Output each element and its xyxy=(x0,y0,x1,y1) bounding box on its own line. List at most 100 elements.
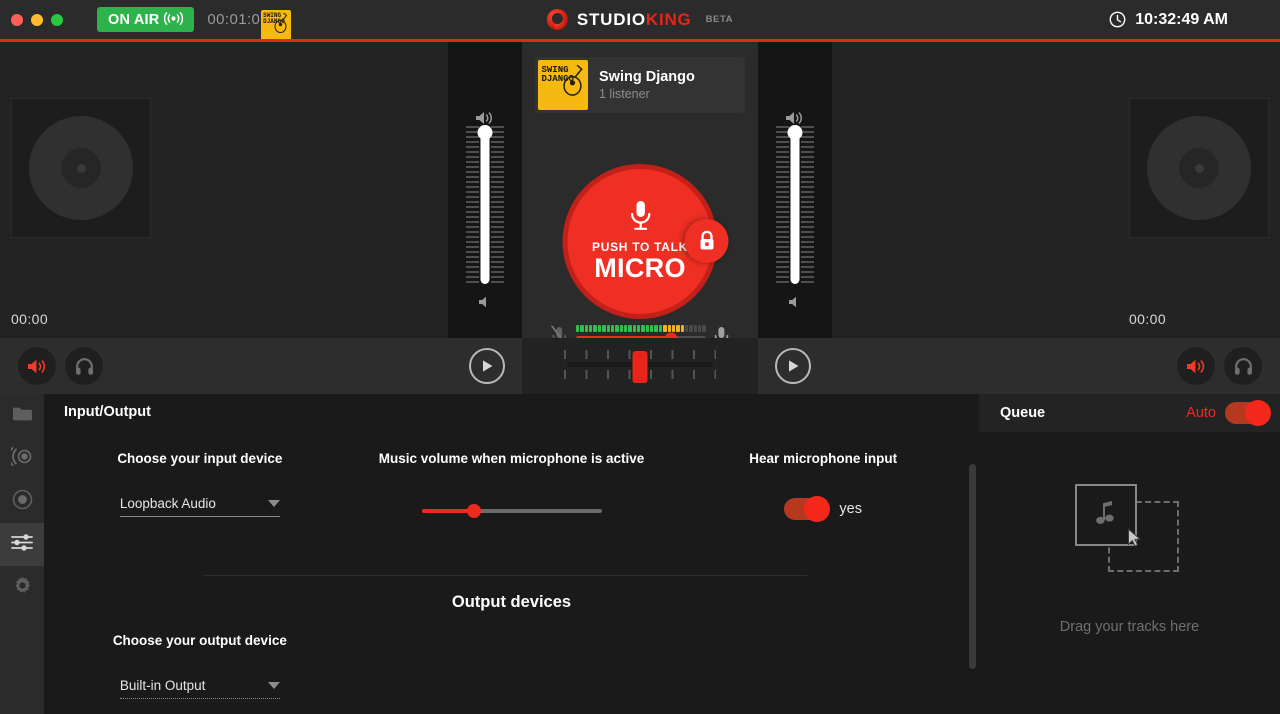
deck-left-volume-fader[interactable] xyxy=(448,42,522,338)
music-volume-label: Music volume when microphone is active xyxy=(378,451,645,466)
minimize-button[interactable] xyxy=(31,13,43,26)
vinyl-record-icon xyxy=(11,98,151,238)
input-device-select[interactable]: Loopback Audio xyxy=(119,496,280,518)
station-artwork-thumbnail[interactable]: SWING DJANGO xyxy=(261,9,292,40)
queue-auto-label: Auto xyxy=(1186,405,1216,421)
input-device-value: Loopback Audio xyxy=(119,496,216,512)
output-settings-row: Choose your output device Built-in Outpu… xyxy=(44,632,979,700)
speaker-low-icon xyxy=(788,295,802,314)
deck-right-transport xyxy=(758,338,1280,394)
cursor-arrow-icon xyxy=(1127,528,1142,553)
queue-dropzone[interactable]: Drag your tracks here xyxy=(979,484,1280,635)
vu-meter-top xyxy=(576,325,706,332)
broadcast-elapsed-time: 00:01:09 xyxy=(207,11,270,28)
on-air-label: ON AIR xyxy=(108,11,160,28)
listener-count: 1 listener xyxy=(599,87,650,101)
output-spacer-1 xyxy=(356,632,668,699)
window-controls xyxy=(0,13,63,26)
sidebar-item-mixer[interactable] xyxy=(0,523,44,566)
push-to-talk-wrapper: PUSH TO TALK MICRO xyxy=(562,164,729,319)
settings-title: Input/Output xyxy=(64,404,151,420)
fader-bar xyxy=(480,128,490,284)
deck-right[interactable]: 00:00 xyxy=(832,42,1280,338)
brand-word-studio: STUDIO xyxy=(576,9,646,29)
now-playing-artwork: SWING DJANGO xyxy=(538,60,588,110)
output-section-title: Output devices xyxy=(451,593,572,611)
clock: 10:32:49 AM xyxy=(1109,0,1228,39)
push-to-talk-sublabel: PUSH TO TALK xyxy=(592,240,688,255)
record-icon xyxy=(12,489,33,515)
deck-right-speaker-button[interactable] xyxy=(1177,347,1215,385)
left-sidebar xyxy=(0,394,44,714)
beta-badge: BETA xyxy=(705,14,734,25)
queue-auto-toggle[interactable] xyxy=(1225,400,1271,426)
input-device-field: Choose your input device Loopback Audio xyxy=(44,450,356,520)
input-settings-row: Choose your input device Loopback Audio … xyxy=(44,450,979,523)
deck-right-artwork xyxy=(1129,98,1269,238)
sliders-icon xyxy=(11,533,33,557)
guitar-icon xyxy=(563,64,583,96)
deck-left-speaker-button[interactable] xyxy=(18,347,56,385)
music-note-icon xyxy=(1095,499,1116,531)
broadcast-icon xyxy=(8,446,34,471)
sidebar-item-settings[interactable] xyxy=(0,566,44,609)
deck-right-volume-fader[interactable] xyxy=(758,42,832,338)
broadcast-icon xyxy=(164,11,184,28)
deck-right-play-button[interactable] xyxy=(775,348,811,384)
speaker-low-icon xyxy=(478,295,492,314)
deck-left[interactable]: 00:00 xyxy=(0,42,448,338)
microphone-panel: SWING DJANGO Swing Django 1 listener PUS… xyxy=(522,42,758,352)
crossfader[interactable] xyxy=(564,350,716,384)
crossfader-container xyxy=(522,338,758,394)
now-playing-title: Swing Django xyxy=(599,69,695,85)
studioking-window: ON AIR 00:01:09 STUDIOKING BETA 10:32:49… xyxy=(0,0,1280,714)
music-volume-field: Music volume when microphone is active xyxy=(356,450,668,520)
output-device-select[interactable]: Built-in Output xyxy=(119,678,280,700)
deck-right-time: 00:00 xyxy=(1129,311,1167,327)
deck-right-headphones-button[interactable] xyxy=(1224,347,1262,385)
deck-left-headphones-button[interactable] xyxy=(65,347,103,385)
deck-left-play-button[interactable] xyxy=(469,348,505,384)
title-bar: ON AIR 00:01:09 STUDIOKING BETA 10:32:49… xyxy=(0,0,1280,40)
studioking-logo-icon xyxy=(546,9,568,30)
deck-left-time: 00:00 xyxy=(11,311,49,327)
push-to-talk-button[interactable]: PUSH TO TALK MICRO xyxy=(562,164,729,319)
sidebar-item-library[interactable] xyxy=(0,394,44,437)
close-button[interactable] xyxy=(11,13,23,26)
sidebar-item-broadcast[interactable] xyxy=(0,437,44,480)
music-volume-slider[interactable] xyxy=(421,504,602,519)
settings-scrollbar[interactable] xyxy=(969,464,976,669)
now-playing-card[interactable]: SWING DJANGO Swing Django 1 listener xyxy=(535,57,745,113)
output-spacer-2 xyxy=(667,632,979,699)
sidebar-item-record[interactable] xyxy=(0,480,44,523)
output-device-value: Built-in Output xyxy=(119,678,206,694)
hear-mic-toggle[interactable] xyxy=(784,496,831,523)
brand-word-king: KING xyxy=(645,9,692,29)
chevron-down-icon xyxy=(267,500,280,508)
on-air-button[interactable]: ON AIR xyxy=(97,7,195,32)
current-time: 10:32:49 AM xyxy=(1135,10,1228,28)
crossfader-handle[interactable] xyxy=(632,351,648,383)
queue-panel: Queue Auto Drag your tracks here xyxy=(979,394,1280,714)
app-brand: STUDIOKING BETA xyxy=(546,0,734,39)
folder-icon xyxy=(12,405,33,427)
fader-bar xyxy=(790,128,800,284)
input-device-label: Choose your input device xyxy=(117,451,283,466)
chevron-down-icon xyxy=(267,682,280,690)
fader-knob[interactable] xyxy=(477,125,493,140)
volume-knob[interactable] xyxy=(466,504,481,519)
transport-bar xyxy=(0,338,1280,394)
maximize-button[interactable] xyxy=(51,13,63,26)
push-to-talk-label: MICRO xyxy=(594,253,686,284)
output-device-field: Choose your output device Built-in Outpu… xyxy=(44,632,356,700)
gear-icon xyxy=(12,575,33,601)
settings-divider xyxy=(203,575,807,576)
lock-icon[interactable] xyxy=(684,219,729,263)
dropzone-text: Drag your tracks here xyxy=(1059,619,1200,635)
fader-knob[interactable] xyxy=(787,125,803,140)
decks-row: 00:00 SWING DJANGO Swing Django 1 listen… xyxy=(0,42,1280,352)
queue-title: Queue xyxy=(1000,405,1046,421)
deck-left-artwork xyxy=(11,98,151,238)
hear-mic-field: Hear microphone input yes xyxy=(667,450,979,523)
deck-left-transport xyxy=(0,338,522,394)
